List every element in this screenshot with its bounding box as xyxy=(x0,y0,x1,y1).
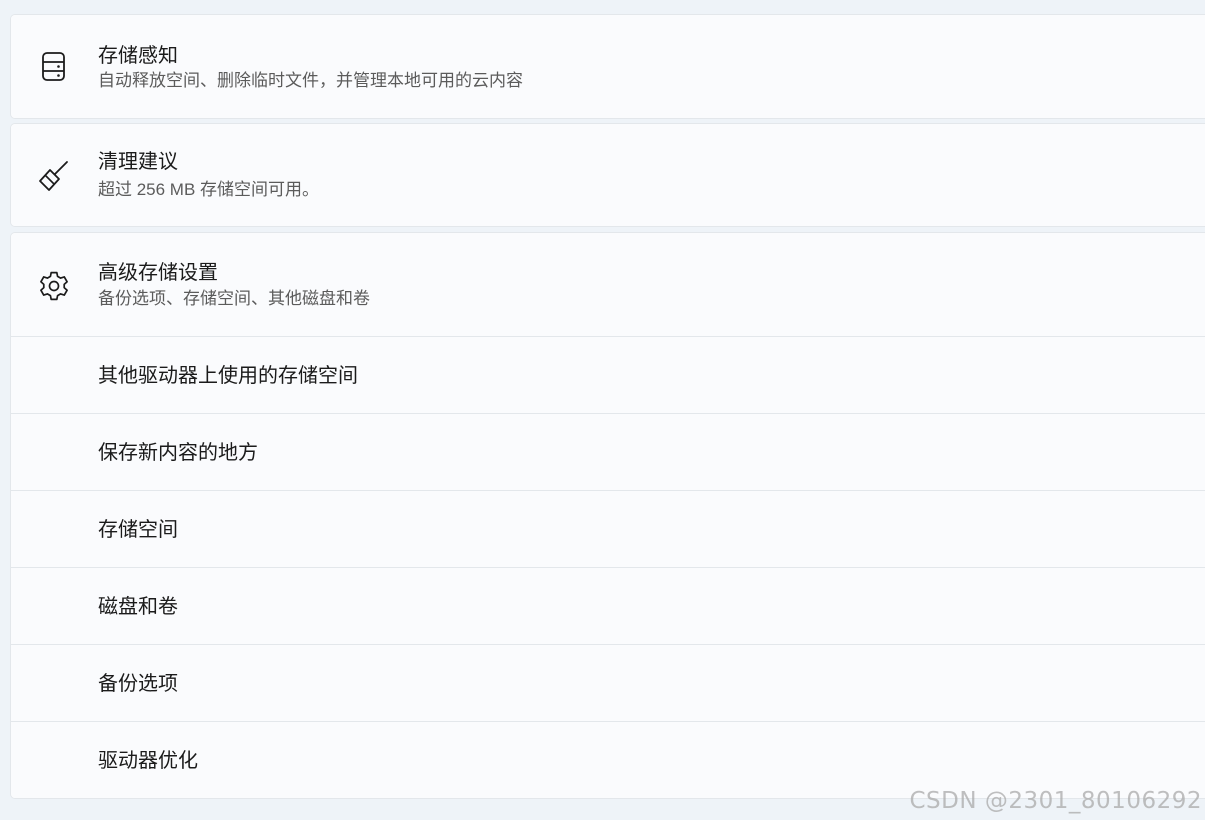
list-item-backup-options[interactable]: 备份选项 xyxy=(11,645,1205,722)
watermark: CSDN @2301_80106292 xyxy=(909,788,1202,814)
cleanup-card: 清理建议 超过 256 MB 存储空间可用。 xyxy=(10,123,1205,227)
list-item-storage-spaces[interactable]: 存储空间 xyxy=(11,491,1205,568)
cleanup-description: 超过 256 MB 存储空间可用。 xyxy=(98,180,320,199)
advanced-storage-title: 高级存储设置 xyxy=(98,262,218,284)
cleanup-row[interactable]: 清理建议 超过 256 MB 存储空间可用。 xyxy=(11,124,1205,226)
storage-sense-card: 存储感知 自动释放空间、删除临时文件，并管理本地可用的云内容 xyxy=(10,14,1205,119)
list-item-drive-optimization[interactable]: 驱动器优化 xyxy=(11,722,1205,798)
advanced-storage-description: 备份选项、存储空间、其他磁盘和卷 xyxy=(98,289,370,308)
advanced-storage-card: 高级存储设置 备份选项、存储空间、其他磁盘和卷 其他驱动器上使用的存储空间 保存… xyxy=(10,232,1205,799)
list-item-label: 存储空间 xyxy=(98,519,178,541)
list-item-label: 其他驱动器上使用的存储空间 xyxy=(98,365,358,387)
broom-icon xyxy=(38,160,70,192)
list-item-label: 驱动器优化 xyxy=(98,750,198,772)
list-item-storage-on-other-drives[interactable]: 其他驱动器上使用的存储空间 xyxy=(11,337,1205,414)
storage-drive-icon xyxy=(38,51,70,83)
storage-sense-description: 自动释放空间、删除临时文件，并管理本地可用的云内容 xyxy=(98,71,523,90)
list-item-label: 磁盘和卷 xyxy=(98,596,178,618)
list-item-label: 备份选项 xyxy=(98,673,178,695)
gear-icon xyxy=(38,269,70,301)
storage-sense-title: 存储感知 xyxy=(98,45,178,67)
list-item-disks-and-volumes[interactable]: 磁盘和卷 xyxy=(11,568,1205,645)
storage-sense-row[interactable]: 存储感知 自动释放空间、删除临时文件，并管理本地可用的云内容 xyxy=(11,15,1205,118)
advanced-storage-row[interactable]: 高级存储设置 备份选项、存储空间、其他磁盘和卷 xyxy=(11,233,1205,337)
cleanup-title: 清理建议 xyxy=(98,151,178,173)
list-item-where-new-content-saved[interactable]: 保存新内容的地方 xyxy=(11,414,1205,491)
list-item-label: 保存新内容的地方 xyxy=(98,442,258,464)
